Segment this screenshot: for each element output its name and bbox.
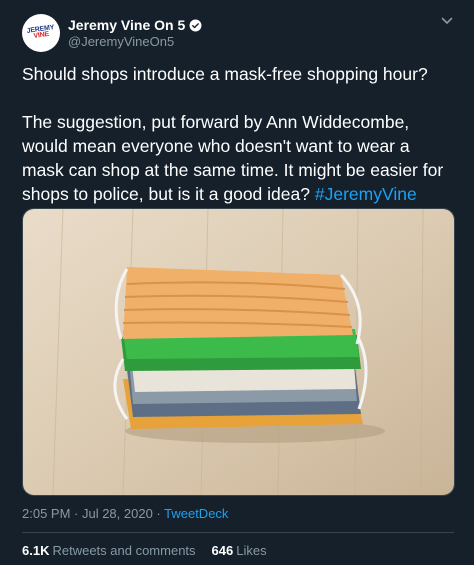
chevron-down-icon[interactable] [440,14,454,28]
name-row: Jeremy Vine On 5 [68,16,202,34]
tweet-header: JEREMY VINE Jeremy Vine On 5 @JeremyVine… [22,12,462,56]
retweets-count: 6.1K [22,543,50,558]
likes-count: 646 [211,543,234,558]
tweet-timestamp[interactable]: 2:05 PM · Jul 28, 2020 · [22,506,164,521]
tweet-paragraph-1: Should shops introduce a mask-free shopp… [22,64,428,84]
masks-photo-illustration [23,209,454,495]
retweets-label: Retweets and comments [52,543,196,558]
tweet-text: Should shops introduce a mask-free shopp… [22,62,454,206]
divider [22,532,454,533]
tweet-paragraph-2: The suggestion, put forward by Ann Widde… [22,110,454,206]
retweets-stat[interactable]: 6.1K Retweets and comments [22,543,196,558]
tweet-card: JEREMY VINE Jeremy Vine On 5 @JeremyVine… [0,0,474,565]
hashtag-link[interactable]: #JeremyVine [315,184,417,204]
avatar-logo: JEREMY VINE [26,24,55,41]
user-handle[interactable]: @JeremyVineOn5 [68,34,174,49]
tweet-stats: 6.1K Retweets and comments 646 Likes [22,543,283,558]
likes-label: Likes [236,543,267,558]
likes-stat[interactable]: 646 Likes [212,543,267,558]
display-name[interactable]: Jeremy Vine On 5 [68,17,185,33]
tweet-meta: 2:05 PM · Jul 28, 2020 · TweetDeck [22,506,228,521]
verified-badge-icon [189,19,202,32]
tweet-client-link[interactable]: TweetDeck [164,506,228,521]
tweet-photo[interactable] [22,208,455,496]
avatar[interactable]: JEREMY VINE [22,14,60,52]
